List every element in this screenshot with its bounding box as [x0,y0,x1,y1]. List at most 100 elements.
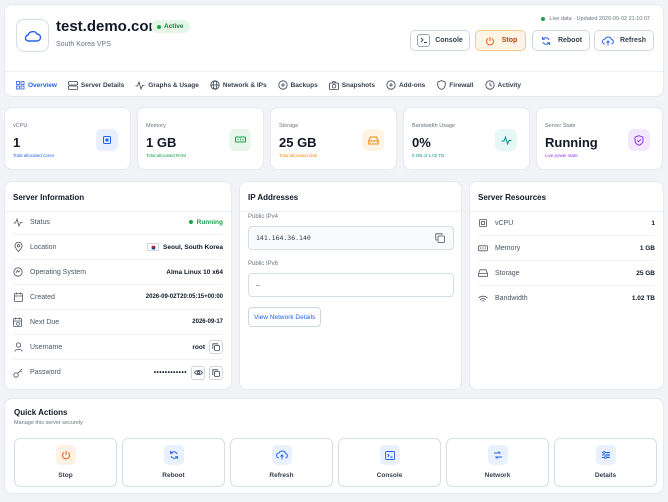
tab-backups[interactable]: Backups [277,80,318,90]
power-icon [484,34,497,47]
quick-actions-subtitle: Manage this server securely [14,420,83,426]
quick-action-details[interactable]: Details [554,438,657,487]
live-text: Live data · Updated 2026-09-02 21:10:07 [549,16,650,22]
tab-activity[interactable]: Activity [484,80,521,90]
quick-action-network[interactable]: Network [446,438,549,487]
stat-sub: Total allocated cores [13,153,55,158]
server-subtitle: South Korea VPS [56,41,111,48]
resource-row-storage: Storage 25 GB [478,261,655,286]
server-information-panel: Server Information Status Running Locati… [4,181,232,390]
info-label: Location [30,243,57,251]
info-label: Operating System [30,268,87,276]
panel-title: Server Information [13,193,85,202]
quick-action-label: Console [376,472,403,479]
map-pin-icon [13,242,23,252]
quick-action-stop[interactable]: Stop [14,438,117,487]
console-button[interactable]: Console [410,30,470,51]
tab-snapshots[interactable]: Snapshots [328,80,375,90]
ipv6-label: Public IPv6 [248,261,279,267]
view-network-details-button[interactable]: View Network Details [248,307,322,327]
copy-username-button[interactable] [209,340,223,354]
resource-label: Memory [495,244,521,252]
stop-button[interactable]: Stop [475,30,526,51]
quick-action-label: Stop [58,472,73,479]
info-row-password: Password •••••••••••• [13,360,223,385]
tab-graphs-usage[interactable]: Graphs & Usage [135,80,199,90]
calendar-icon [13,292,23,302]
ip-addresses-panel: IP Addresses Public IPv4 141.164.36.140 … [239,181,462,390]
console-button-label: Console [435,37,463,44]
stat-sub: Total allocated RAM [146,153,187,158]
password-value: •••••••••••• [153,369,187,376]
tab-firewall[interactable]: Firewall [436,80,474,90]
stat-label: Memory [146,123,166,129]
quick-action-label: Network [484,472,511,479]
tab-add-ons[interactable]: Add-ons [386,80,425,90]
reboot-icon [164,445,184,465]
server-header: test.demo.com Active South Korea VPS Liv… [4,4,664,97]
status-badge-label: Active [164,23,184,30]
cloud-refresh-icon [272,445,292,465]
plus-circle-icon [386,80,396,90]
show-password-button[interactable] [191,365,205,380]
username-value: root [192,343,205,351]
stat-label: vCPU [13,123,28,129]
info-row-created: Created 2026-09-02T20:05:15+00:00 [13,285,223,310]
shield-check-icon [628,129,650,151]
resource-value: 1.02 TB [631,295,655,302]
tab-overview-label: Overview [28,81,57,89]
info-row-location: Location Seoul, South Korea [13,235,223,260]
server-resources-panel: Server Resources vCPU 1 Memory 1 GB Stor… [469,181,664,390]
ipv4-value: 141.164.36.140 [256,234,311,242]
info-row-os: Operating System Alma Linux 10 x64 [13,260,223,285]
ipv6-field[interactable]: — [248,273,454,297]
stat-card-vcpu: vCPU 1 Total allocated cores [4,107,131,170]
location-value: Seoul, South Korea [163,243,223,251]
tab-server-details-label: Server Details [80,81,125,89]
refresh-button-label: Refresh [619,37,647,44]
info-value: 2026-09-02T20:05:15+00:00 [145,294,223,300]
tab-add-ons-label: Add-ons [398,81,426,89]
memory-icon [478,243,488,253]
quick-action-console[interactable]: Console [338,438,441,487]
tab-overview[interactable]: Overview [15,80,57,90]
info-value: Alma Linux 10 x64 [166,268,223,276]
stat-label: Bandwidth Usage [412,123,456,129]
quick-action-refresh[interactable]: Refresh [230,438,333,487]
info-label: Status [30,218,50,226]
stat-card-server-state: Server State Running Live power state [536,107,663,170]
copy-icon[interactable] [435,233,445,243]
stat-value: 1 GB [146,135,177,150]
history-icon [484,80,495,90]
resource-row-bandwidth: Bandwidth 1.02 TB [478,286,655,311]
tab-server-details[interactable]: Server Details [68,80,124,90]
reboot-icon [540,34,553,47]
status-value: Running [196,218,223,226]
tab-network-ips[interactable]: Network & IPs [210,80,267,90]
quick-action-label: Reboot [162,472,185,479]
refresh-button[interactable]: Refresh [594,30,654,51]
stat-value: Running [545,135,598,150]
camera-icon [328,80,339,90]
quick-action-label: Refresh [269,472,294,479]
memory-icon [229,129,251,151]
quick-actions-panel: Quick Actions Manage this server securel… [4,398,664,494]
grid-icon [15,80,25,90]
reboot-button[interactable]: Reboot [532,30,590,51]
ipv4-field[interactable]: 141.164.36.140 [248,226,454,250]
stat-sub: Live power state [545,153,578,158]
copy-password-button[interactable] [209,365,223,380]
info-value: Seoul, South Korea [147,243,223,251]
resource-label: Bandwidth [495,295,528,302]
hard-drive-icon [478,268,488,278]
panel-title: IP Addresses [248,193,299,202]
globe-icon [210,80,220,90]
status-dot [157,24,161,29]
resource-value: 1 [651,219,655,227]
stat-value: 1 [13,135,21,150]
key-icon [13,368,23,378]
quick-action-reboot[interactable]: Reboot [122,438,225,487]
info-label: Password [30,369,61,376]
ipv6-value: — [256,281,260,289]
korea-flag-icon [147,243,160,251]
